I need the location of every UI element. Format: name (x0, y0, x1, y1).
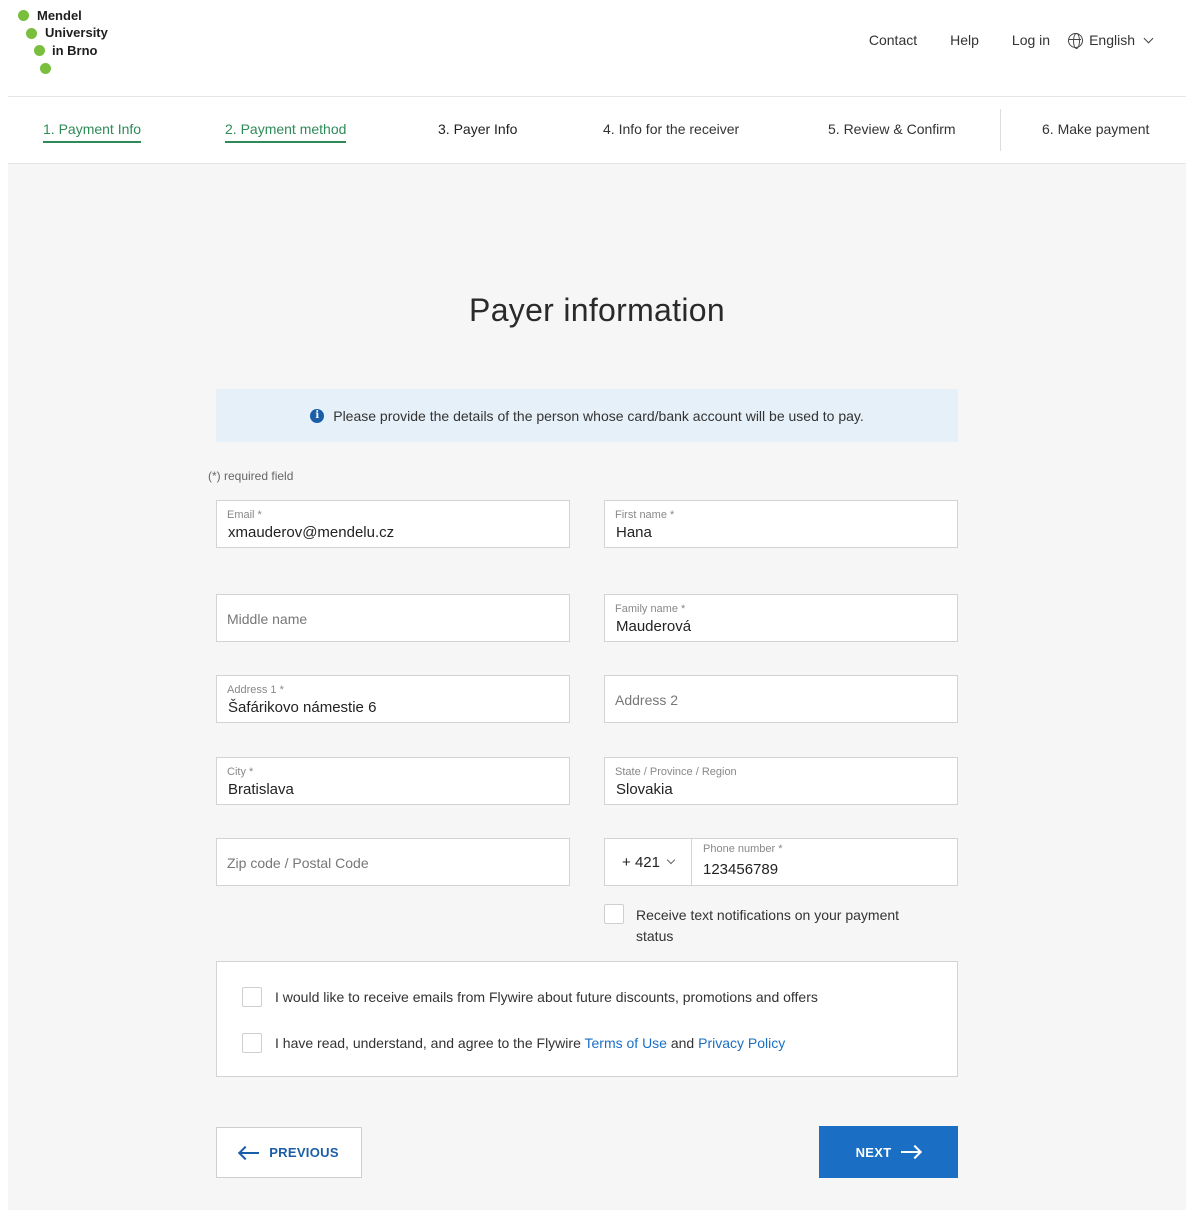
chevron-down-icon (666, 855, 676, 865)
step-info-for-receiver: 4. Info for the receiver (603, 121, 740, 137)
address2-field[interactable]: Address 2 (604, 675, 958, 723)
address1-label: Address 1 * (227, 684, 284, 696)
phone-country-code: + 421 (622, 853, 660, 871)
phone-label: Phone number * (703, 843, 783, 855)
email-label: Email * (227, 509, 262, 521)
page-title: Payer information (469, 292, 725, 328)
terms-of-use-link[interactable]: Terms of Use (585, 1035, 667, 1051)
first-name-field[interactable]: First name * Hana (604, 500, 958, 548)
family-name-value: Mauderová (616, 618, 692, 635)
first-name-label: First name * (615, 509, 675, 521)
step-divider (1000, 109, 1001, 151)
zip-placeholder: Zip code / Postal Code (227, 855, 369, 871)
globe-icon (1068, 32, 1084, 49)
info-banner-text: Please provide the details of the person… (333, 407, 864, 424)
middle-name-field[interactable]: Middle name (216, 594, 570, 642)
marketing-emails-label: I would like to receive emails from Flyw… (275, 989, 818, 1005)
logo-dot-icon (26, 28, 37, 39)
phone-country-code-select[interactable]: + 421 (605, 839, 692, 885)
previous-button[interactable]: PREVIOUS (216, 1127, 362, 1178)
privacy-policy-link[interactable]: Privacy Policy (698, 1035, 785, 1051)
logo-dot-icon (40, 63, 51, 74)
consent-box: I would like to receive emails from Flyw… (216, 961, 958, 1077)
logo-dot-icon (18, 10, 29, 21)
step-payer-info: 3. Payer Info (438, 121, 518, 137)
address2-placeholder: Address 2 (615, 692, 679, 708)
info-banner: i Please provide the details of the pers… (216, 389, 958, 442)
step-payment-method[interactable]: 2. Payment method (225, 121, 347, 143)
phone-field: + 421 Phone number * 123456789 (604, 838, 958, 886)
middle-name-placeholder: Middle name (227, 611, 308, 627)
required-field-note: (*) required field (208, 469, 294, 483)
help-link[interactable]: Help (950, 32, 979, 48)
main-content: Payer information i Please provide the d… (8, 164, 1186, 1210)
top-nav: Contact Help Log in English (836, 32, 1154, 49)
mendel-university-logo[interactable]: Mendel University in Brno (18, 8, 128, 80)
address1-value: Šafárikovo námestie 6 (228, 699, 377, 716)
logo-text-line: Mendel (37, 8, 82, 23)
terms-and: and (666, 1035, 699, 1051)
logo-text-line: in Brno (52, 43, 98, 58)
step-make-payment: 6. Make payment (1042, 121, 1150, 137)
chevron-down-icon (1143, 33, 1154, 43)
first-name-value: Hana (616, 524, 652, 541)
step-payment-info[interactable]: 1. Payment Info (43, 121, 142, 143)
logo-text-line: University (45, 25, 108, 40)
city-label: City * (227, 766, 254, 778)
terms-checkbox[interactable] (242, 1033, 262, 1053)
state-label: State / Province / Region (615, 766, 737, 778)
city-value: Bratislava (228, 781, 294, 798)
language-selector[interactable]: English (1068, 32, 1154, 49)
marketing-emails-checkbox[interactable] (242, 987, 262, 1007)
state-field[interactable]: State / Province / Region Slovakia (604, 757, 958, 805)
next-button[interactable]: NEXT (819, 1126, 958, 1178)
sms-notifications-label: Receive text notifications on your payme… (636, 907, 900, 944)
header: Mendel University in Brno Contact Help L… (0, 0, 1186, 96)
next-label: NEXT (855, 1144, 892, 1160)
previous-label: PREVIOUS (269, 1145, 339, 1160)
terms-label: I have read, understand, and agree to th… (275, 1035, 785, 1051)
contact-link[interactable]: Contact (869, 32, 917, 48)
arrow-right-icon (901, 1146, 922, 1158)
step-review-confirm: 5. Review & Confirm (828, 121, 956, 137)
sms-notifications-checkbox[interactable] (604, 904, 624, 924)
city-field[interactable]: City * Bratislava (216, 757, 570, 805)
email-field[interactable]: Email * xmauderov@mendelu.cz (216, 500, 570, 548)
phone-input[interactable]: 123456789 (703, 861, 778, 878)
logo-dot-icon (34, 45, 45, 56)
address1-field[interactable]: Address 1 * Šafárikovo námestie 6 (216, 675, 570, 723)
terms-prefix: I have read, understand, and agree to th… (275, 1035, 585, 1051)
family-name-label: Family name * (615, 603, 686, 615)
family-name-field[interactable]: Family name * Mauderová (604, 594, 958, 642)
email-value: xmauderov@mendelu.cz (228, 524, 395, 541)
login-link[interactable]: Log in (1012, 32, 1050, 48)
progress-steps: 1. Payment Info 2. Payment method 3. Pay… (8, 96, 1186, 164)
info-icon: i (310, 408, 325, 423)
zip-field[interactable]: Zip code / Postal Code (216, 838, 570, 886)
arrow-left-icon (239, 1147, 260, 1159)
state-value: Slovakia (616, 781, 673, 798)
language-label: English (1089, 32, 1135, 48)
